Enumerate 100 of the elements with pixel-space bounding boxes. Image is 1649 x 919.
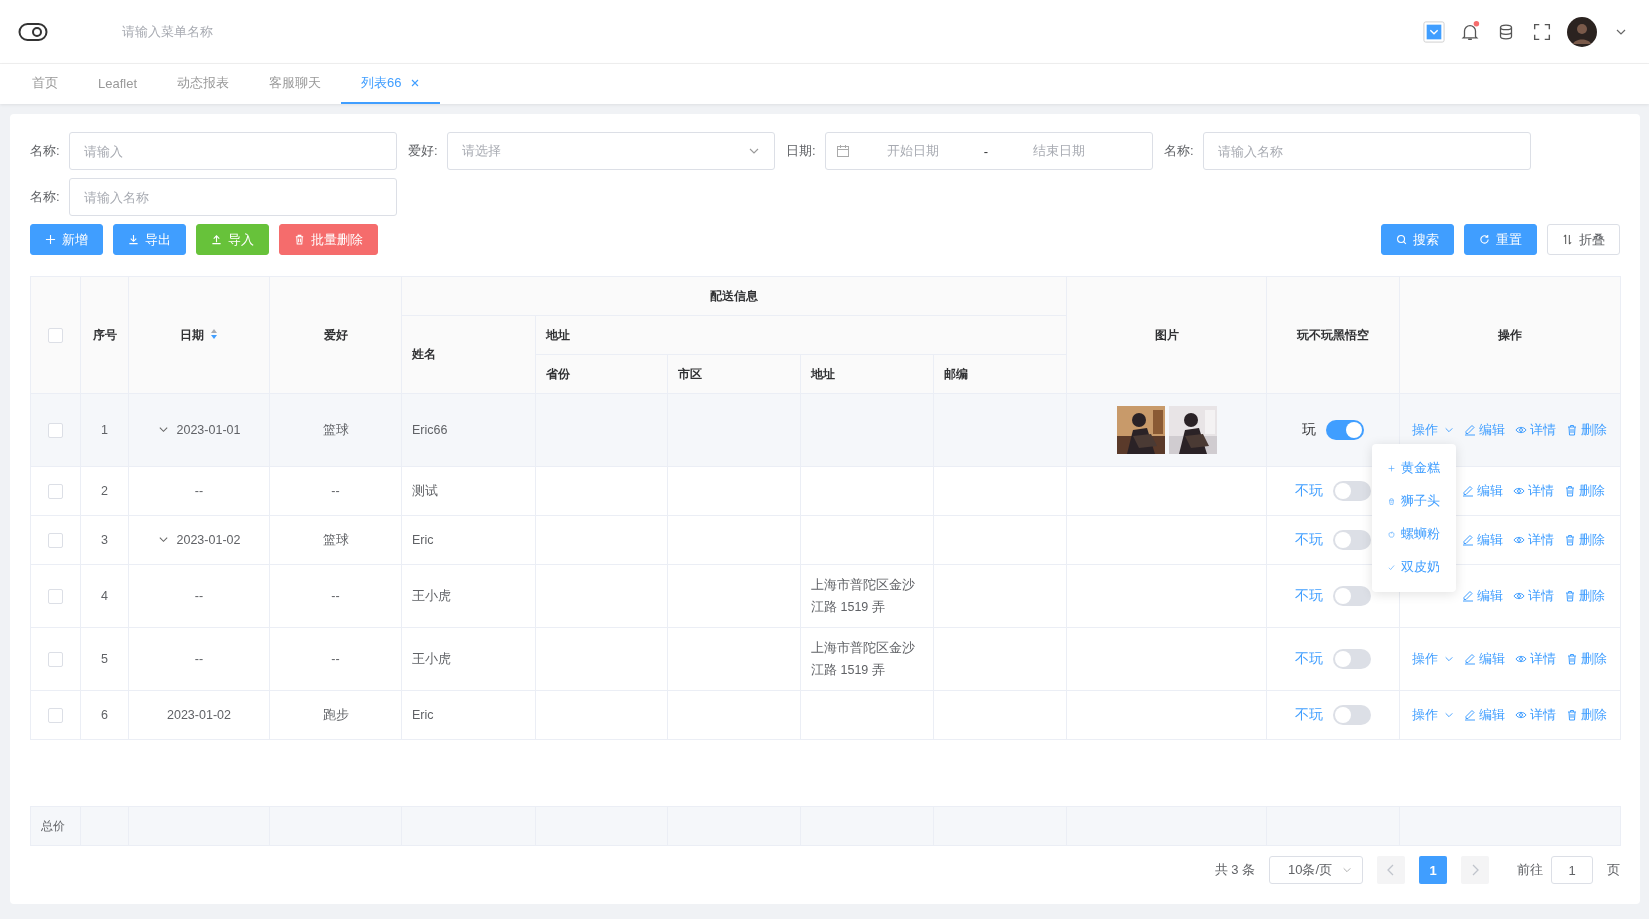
table-cell: -- — [331, 652, 340, 666]
row-checkbox[interactable] — [48, 532, 63, 548]
operations-dropdown[interactable]: 操作 — [1412, 421, 1454, 439]
toggle-switch[interactable] — [1333, 649, 1371, 669]
delete-link[interactable]: 删除 — [1564, 482, 1605, 500]
sort-icon[interactable] — [210, 327, 218, 340]
toggle-switch[interactable] — [1333, 705, 1371, 725]
detail-link[interactable]: 详情 — [1515, 650, 1556, 668]
trash-icon — [1566, 424, 1578, 436]
toggle-switch[interactable] — [1326, 420, 1364, 440]
detail-link[interactable]: 详情 — [1513, 531, 1554, 549]
menu-item[interactable]: 螺蛳粉 — [1372, 518, 1456, 551]
toggle-switch[interactable] — [1333, 586, 1371, 606]
column-header: 地址 — [800, 354, 934, 394]
tool-button[interactable]: 重置 — [1464, 224, 1537, 255]
caret-icon — [1444, 654, 1454, 664]
total-count: 共 3 条 — [1214, 861, 1255, 879]
table-cell: Eric — [412, 708, 434, 722]
action-button[interactable]: 导出 — [113, 224, 186, 255]
dropdown-icon[interactable] — [1423, 20, 1445, 43]
table-cell: -- — [194, 484, 204, 498]
edit-link[interactable]: 编辑 — [1464, 650, 1505, 668]
detail-link[interactable]: 详情 — [1515, 706, 1556, 724]
select-all-checkbox[interactable] — [48, 327, 63, 343]
delete-link[interactable]: 删除 — [1566, 421, 1607, 439]
table-cell: 4 — [101, 589, 108, 603]
switch-label: 不玩 — [1295, 531, 1323, 549]
trash-icon — [1564, 534, 1576, 546]
detail-link[interactable]: 详情 — [1513, 587, 1554, 605]
action-button[interactable]: 新增 — [30, 224, 103, 255]
eye-icon — [1513, 534, 1525, 546]
delete-link[interactable]: 删除 — [1566, 706, 1607, 724]
page-suffix: 页 — [1607, 861, 1620, 879]
page-input[interactable]: 1 — [1551, 856, 1593, 884]
row-checkbox[interactable] — [48, 707, 63, 723]
action-button[interactable]: 批量删除 — [279, 224, 378, 255]
toggle-switch[interactable] — [1333, 530, 1371, 550]
edit-link[interactable]: 编辑 — [1462, 482, 1503, 500]
cup-icon — [1388, 496, 1395, 507]
sort-arrows-icon — [1562, 234, 1573, 245]
input-field[interactable]: 请输入名称 — [69, 178, 397, 216]
bell-icon[interactable] — [1459, 20, 1481, 43]
table-cell: -- — [331, 589, 340, 603]
close-icon[interactable] — [409, 78, 420, 88]
operations-dropdown[interactable]: 操作 — [1412, 650, 1454, 668]
table-cell: 篮球 — [322, 422, 349, 437]
download-icon — [128, 234, 139, 245]
toggle-switch[interactable] — [1333, 481, 1371, 501]
tab[interactable]: 动态报表 — [157, 64, 250, 104]
edit-link[interactable]: 编辑 — [1464, 706, 1505, 724]
tab[interactable]: Leaflet — [78, 64, 158, 104]
edit-link[interactable]: 编辑 — [1464, 421, 1505, 439]
edit-link[interactable]: 编辑 — [1462, 531, 1503, 549]
row-checkbox[interactable] — [48, 483, 63, 499]
action-button[interactable]: 导入 — [196, 224, 269, 255]
column-header[interactable]: 日期 — [128, 276, 270, 394]
detail-link[interactable]: 详情 — [1515, 421, 1556, 439]
menu-item[interactable]: 双皮奶 — [1372, 551, 1456, 584]
table-cell: -- — [194, 589, 204, 603]
expand-icon[interactable] — [157, 424, 169, 435]
row-checkbox[interactable] — [48, 422, 63, 438]
operations-dropdown[interactable]: 操作 — [1412, 706, 1454, 724]
calendar-icon — [836, 144, 850, 158]
delete-link[interactable]: 删除 — [1564, 587, 1605, 605]
sidebar-toggle-icon[interactable] — [18, 21, 48, 42]
pen-icon — [1464, 709, 1476, 721]
field-label: 名称: — [1164, 142, 1195, 160]
input-field[interactable]: 请输入 — [69, 132, 397, 170]
expand-icon[interactable] — [157, 534, 169, 545]
avatar[interactable] — [1567, 16, 1597, 47]
pen-icon — [1464, 424, 1476, 436]
table-cell: -- — [194, 652, 204, 666]
input-field[interactable]: 请输入名称 — [1203, 132, 1531, 170]
menu-item[interactable]: 黄金糕 — [1372, 452, 1456, 485]
refresh-icon — [1479, 234, 1490, 245]
tool-button[interactable]: 折叠 — [1547, 224, 1620, 255]
switch-label: 不玩 — [1295, 706, 1323, 724]
delete-link[interactable]: 删除 — [1566, 650, 1607, 668]
menu-item[interactable]: 狮子头 — [1372, 485, 1456, 518]
tab[interactable]: 客服聊天 — [249, 64, 342, 104]
summary-label: 总价 — [41, 818, 65, 833]
tab[interactable]: 首页 — [12, 64, 78, 104]
tool-button[interactable]: 搜索 — [1381, 224, 1454, 255]
row-checkbox[interactable] — [48, 588, 63, 604]
trash-icon — [294, 234, 305, 245]
row-checkbox[interactable] — [48, 651, 63, 667]
select-field[interactable]: 请选择 — [447, 132, 775, 170]
plus-icon — [1388, 463, 1395, 474]
tab[interactable]: 列表66 — [341, 64, 440, 104]
delete-link[interactable]: 删除 — [1564, 531, 1605, 549]
detail-link[interactable]: 详情 — [1513, 482, 1554, 500]
page-size-select[interactable]: 10条/页 — [1269, 856, 1363, 884]
edit-link[interactable]: 编辑 — [1462, 587, 1503, 605]
table-cell: 王小虎 — [412, 651, 451, 666]
menu-search-field[interactable]: 请输入菜单名称 — [120, 23, 364, 40]
field-label: 名称: — [30, 142, 61, 160]
date-range-field[interactable]: 开始日期 - 结束日期 — [825, 132, 1153, 170]
caret-icon — [1444, 425, 1454, 435]
table-cell: 1 — [101, 423, 108, 437]
page-button[interactable]: 1 — [1419, 856, 1447, 884]
